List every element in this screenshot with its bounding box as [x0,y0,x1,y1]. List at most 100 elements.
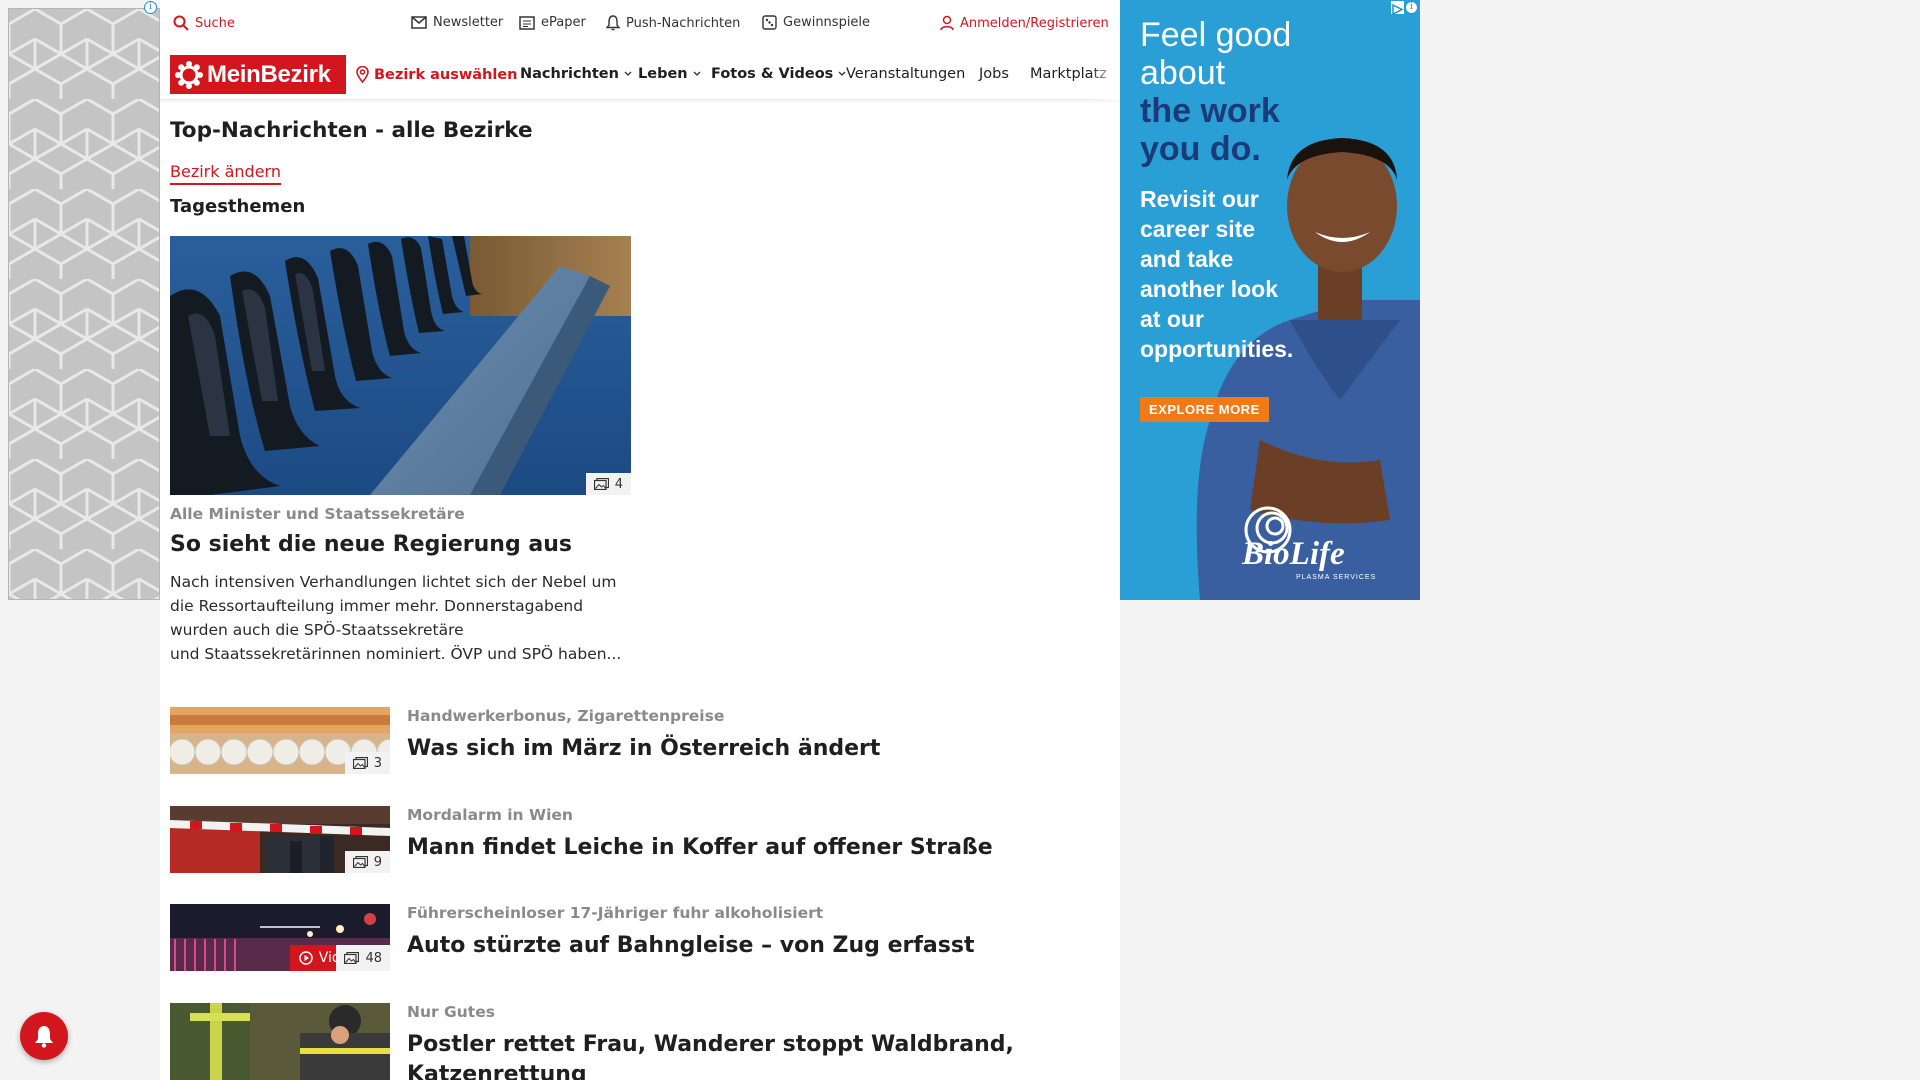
chevron-down-icon [624,71,632,76]
hero-teaser: Nach intensiven Verhandlungen lichtet si… [170,570,640,666]
adchoices-icon[interactable] [1391,1,1404,16]
ad-body-line: career site [1140,216,1256,242]
explore-more-button[interactable]: EXPLORE MORE [1140,397,1269,422]
nav-item-label: Jobs [979,66,1009,82]
article-title-link[interactable]: Was sich im März in Österreich ändert [407,734,880,764]
article-thumbnail[interactable] [170,1003,390,1080]
ad-body-text: Revisit our career site and take another… [1140,184,1310,364]
nav-fade-overlay [1090,48,1120,100]
article-kicker: Nur Gutes [407,1003,495,1021]
teaser-line: die Ressortaufteilung immer mehr. Donner… [170,597,584,615]
image-count: 4 [614,476,623,492]
article-thumbnail[interactable]: Video 48 [170,904,390,971]
gallery-icon [344,952,360,964]
adchoices-triangle-icon [1392,3,1404,16]
article-title-link[interactable]: Auto stürzte auf Bahngleise – von Zug er… [407,931,974,961]
search-icon [173,15,189,31]
nav-item-leben[interactable]: Leben [638,66,701,82]
newsletter-label: Newsletter [433,15,504,30]
search-link[interactable]: Suche [173,15,235,31]
ad-info-icon[interactable]: i [144,1,157,14]
chevron-down-icon [693,71,701,76]
nav-item-label: Nachrichten [520,66,619,82]
dice-icon [762,15,777,30]
nav-item-label: Leben [638,66,688,82]
gallery-icon [352,856,368,868]
change-district-link[interactable]: Bezirk ändern [170,162,281,185]
push-link[interactable]: Push-Nachrichten [606,15,740,31]
hero-title-link[interactable]: So sieht die neue Regierung aus [170,532,572,557]
login-label: Anmelden/Registrieren [960,15,1109,31]
epaper-link[interactable]: ePaper [519,15,586,30]
notification-bell-button[interactable] [20,1012,68,1060]
nav-item-jobs[interactable]: Jobs [979,66,1009,82]
article-kicker: Mordalarm in Wien [407,806,573,824]
bell-icon [35,1026,53,1048]
image-count-badge: 9 [344,851,390,873]
login-link[interactable]: Anmelden/Registrieren [940,15,1109,31]
parliament-chairs-photo [170,236,631,495]
image-count-badge: 4 [585,473,631,495]
nav-item-veranstaltungen[interactable]: Veranstaltungen [846,66,965,82]
article-title-link[interactable]: Mann findet Leiche in Koffer auf offener… [407,833,993,863]
image-count: 3 [373,755,382,771]
ad-body-line: at our [1140,306,1204,332]
hexagon-pattern [9,9,159,599]
teaser-line: Nach intensiven Verhandlungen lichtet si… [170,573,617,591]
image-count: 9 [373,854,382,870]
article-thumbnail[interactable]: 9 [170,806,390,873]
article-list-item[interactable]: 3 Handwerkerbonus, Zigarettenpreise Was … [170,707,1070,777]
meinbezirk-logo[interactable]: MeinBezirk [170,55,346,94]
newsletter-link[interactable]: Newsletter [411,15,503,30]
article-list-item[interactable]: Nur Gutes Postler rettet Frau, Wanderer … [170,1003,1070,1080]
main-navigation: MeinBezirk Bezirk auswählen Nachrichten … [160,48,1120,100]
user-icon [940,15,954,31]
image-count: 48 [365,950,382,966]
contests-label: Gewinnspiele [783,15,871,30]
ad-body-line: and take [1140,246,1234,272]
hero-article-image[interactable]: 4 [170,236,631,495]
article-title-line: Postler rettet Frau, Wanderer stoppt Wal… [407,1032,1014,1057]
nav-item-fotos-videos[interactable]: Fotos & Videos [711,66,846,82]
newspaper-icon [519,15,535,30]
bell-icon [606,15,620,31]
gallery-icon [593,478,609,490]
image-count-badge: 3 [344,752,390,774]
article-kicker: Führerscheinloser 17-Jähriger fuhr alkoh… [407,904,824,922]
ad-body-line: Revisit our [1140,186,1259,212]
right-ad-banner[interactable]: Feel good about the work you do. Revisit… [1120,0,1420,600]
article-kicker: Handwerkerbonus, Zigarettenpreise [407,707,725,725]
select-district-button[interactable]: Bezirk auswählen [356,66,518,83]
article-list-item[interactable]: 9 Mordalarm in Wien Mann findet Leiche i… [170,806,1070,876]
play-icon [299,951,313,965]
select-district-label: Bezirk auswählen [374,66,518,83]
ad-info-icon[interactable]: i [1405,1,1418,14]
teaser-line: und Staatssekretärinnen nominiert. ÖVP u… [170,645,622,663]
article-list-item[interactable]: Video 48 Führerscheinloser 17-Jähriger f… [170,904,1070,974]
ad-body-line: another look [1140,276,1279,302]
ad-headline-line: the work [1140,92,1280,130]
search-label: Suche [195,15,235,31]
push-label: Push-Nachrichten [626,15,741,31]
article-title-line: Katzenrettung [407,1062,587,1080]
ad-headline-line: Feel good [1140,16,1292,54]
left-ad-banner[interactable] [8,8,160,600]
gallery-icon [352,757,368,769]
contests-link[interactable]: Gewinnspiele [762,15,870,30]
ad-brand: BioLife [1242,536,1345,572]
ad-headline-line: you do. [1140,130,1261,168]
nav-item-label: Fotos & Videos [711,66,834,82]
image-count-badge: 48 [336,945,390,971]
nav-item-nachrichten[interactable]: Nachrichten [520,66,632,82]
firefighter-photo [170,1003,390,1080]
logo-flower-icon [175,60,203,89]
article-thumbnail[interactable]: 3 [170,707,390,774]
logo-text: MeinBezirk [207,60,331,88]
main-column: Suche Newsletter ePaper Push-Nachrichten… [160,0,1120,1080]
page-title: Top-Nachrichten - alle Bezirke [170,118,533,143]
section-title: Tagesthemen [170,196,306,217]
ad-body-line: opportunities. [1140,336,1294,362]
article-title-link[interactable]: Postler rettet Frau, Wanderer stoppt Wal… [407,1030,1014,1080]
ad-headline-line: about [1140,54,1226,92]
hero-kicker: Alle Minister und Staatssekretäre [170,505,465,523]
